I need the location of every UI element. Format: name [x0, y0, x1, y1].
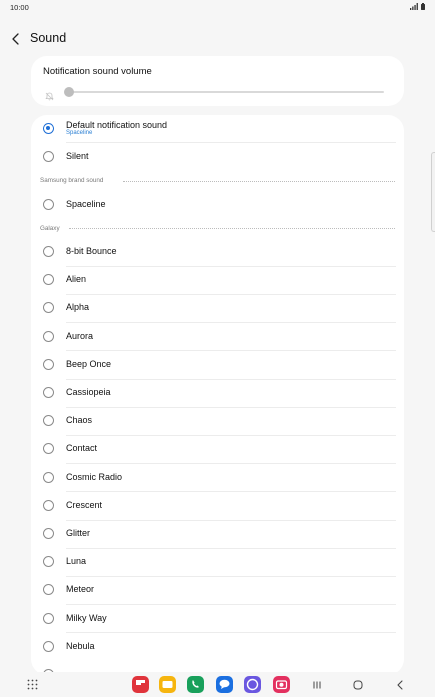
chevron-left-icon	[12, 33, 19, 45]
list-item-label: Alpha	[66, 302, 90, 313]
radio-button[interactable]	[43, 199, 54, 210]
list-item-label: Chaos	[66, 415, 93, 426]
list-item-label: Luna	[66, 556, 87, 567]
radio-button[interactable]	[43, 499, 54, 511]
signal-icon	[410, 3, 418, 10]
volume-slider-track[interactable]	[67, 91, 384, 93]
nav-back-icon[interactable]	[391, 676, 408, 693]
radio-button[interactable]	[43, 358, 54, 370]
radio-button-selected[interactable]	[43, 123, 54, 134]
list-item-label: Default notification sound	[66, 120, 168, 130]
list-item[interactable]: Alien	[31, 266, 404, 294]
status-time: 10:00	[10, 3, 29, 12]
radio-button[interactable]	[43, 387, 54, 398]
list-item[interactable]: Beep Once	[31, 351, 404, 379]
volume-slider-thumb[interactable]	[64, 87, 74, 97]
list-item-label: Nebula	[66, 640, 95, 651]
volume-label: Notification sound volume	[43, 66, 152, 77]
list-item[interactable]: Nebula	[31, 633, 404, 661]
list-item[interactable]: Glitter	[31, 520, 404, 548]
my-files-icon[interactable]	[159, 676, 176, 693]
sound-list: Default notification sound Spaceline Sil…	[31, 115, 404, 675]
list-item-label: Cassiopeia	[66, 387, 111, 397]
list-item[interactable]: Alpha	[31, 294, 404, 322]
list-item-label: Aurora	[66, 330, 94, 341]
apps-grid-icon[interactable]	[24, 676, 41, 693]
section-header-samsung: Samsung brand sound	[40, 177, 104, 184]
list-item[interactable]: 8-bit Bounce	[31, 238, 404, 266]
list-item-label: Meteor	[66, 584, 95, 595]
list-item-label: Crescent	[66, 499, 103, 510]
page-title: Sound	[30, 31, 67, 45]
back-button[interactable]	[6, 29, 26, 49]
section-divider	[69, 228, 395, 229]
list-item-label: Milky Way	[66, 612, 107, 623]
list-item-label: Spaceline	[66, 199, 106, 209]
radio-button[interactable]	[43, 151, 54, 162]
mute-icon	[45, 88, 54, 101]
radio-button[interactable]	[43, 302, 54, 314]
list-item-default-notification-sound[interactable]: Default notification sound Spaceline	[31, 115, 404, 143]
list-item[interactable]: Chaos	[31, 407, 404, 435]
recents-icon[interactable]	[308, 676, 325, 693]
flipboard-icon[interactable]	[132, 676, 149, 693]
navigation-bar	[0, 672, 435, 697]
camera-icon[interactable]	[273, 676, 290, 693]
internet-icon[interactable]	[244, 676, 261, 693]
list-item[interactable]: Luna	[31, 548, 404, 576]
messages-icon[interactable]	[216, 676, 233, 693]
list-item[interactable]: Cosmic Radio	[31, 464, 404, 492]
radio-button[interactable]	[43, 584, 54, 596]
status-bar: 10:00	[0, 0, 435, 14]
scroll-handle[interactable]	[431, 152, 435, 232]
list-item-label: 8-bit Bounce	[66, 246, 117, 256]
list-item-silent[interactable]: Silent	[31, 143, 404, 171]
radio-button[interactable]	[43, 556, 54, 568]
list-item-label: Silent	[66, 151, 89, 161]
radio-button[interactable]	[43, 246, 54, 257]
battery-icon	[421, 3, 425, 10]
list-item[interactable]: Crescent	[31, 492, 404, 520]
list-item-label: Alien	[66, 274, 87, 285]
list-item[interactable]: Spaceline	[31, 191, 404, 219]
radio-button[interactable]	[43, 640, 54, 652]
list-item[interactable]: Cassiopeia	[31, 379, 404, 407]
list-item-sublabel: Spaceline	[66, 129, 93, 136]
list-item-label: Cosmic Radio	[66, 471, 123, 482]
phone-icon[interactable]	[187, 676, 204, 693]
header: Sound	[0, 26, 435, 52]
home-icon[interactable]	[349, 676, 366, 693]
volume-card: Notification sound volume	[31, 56, 404, 106]
list-item[interactable]: Meteor	[31, 576, 404, 604]
radio-button[interactable]	[43, 443, 54, 455]
radio-button[interactable]	[43, 274, 54, 286]
status-icons	[410, 3, 425, 10]
radio-button[interactable]	[43, 415, 54, 427]
section-header-galaxy: Galaxy	[40, 225, 60, 232]
list-item[interactable]: Milky Way	[31, 605, 404, 633]
list-item-label: Beep Once	[66, 358, 112, 369]
section-divider	[123, 181, 395, 182]
radio-button[interactable]	[43, 528, 54, 539]
list-item[interactable]: Aurora	[31, 323, 404, 351]
radio-button[interactable]	[43, 612, 54, 624]
radio-button[interactable]	[43, 330, 54, 342]
list-item[interactable]: Contact	[31, 435, 404, 463]
list-item-label: Glitter	[66, 528, 91, 538]
list-item-label: Contact	[66, 443, 98, 454]
radio-button[interactable]	[43, 471, 54, 483]
